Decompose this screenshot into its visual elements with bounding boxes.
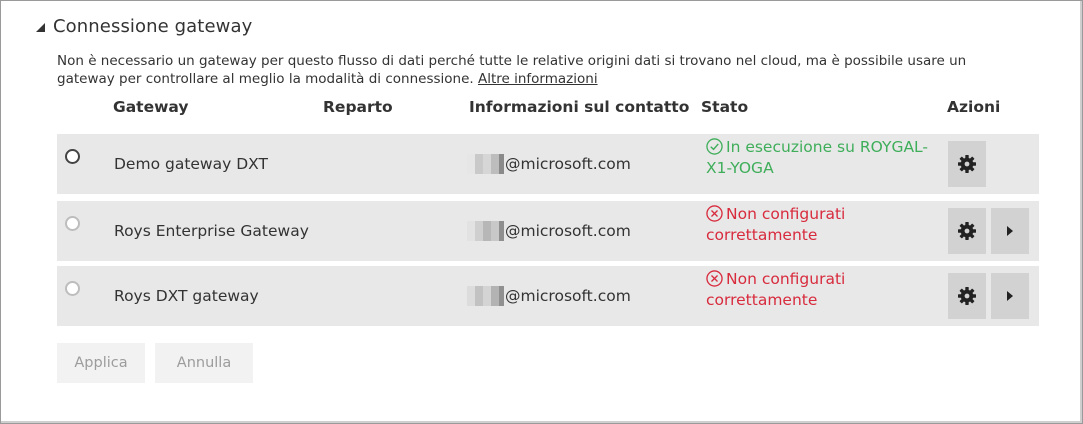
contact-email-domain: @microsoft.com xyxy=(505,287,631,305)
status-line-2: correttamente xyxy=(706,226,818,244)
radio-icon[interactable] xyxy=(65,281,80,296)
radio-icon[interactable] xyxy=(65,216,80,231)
contact-email: @microsoft.com xyxy=(467,154,631,174)
table-row[interactable]: Roys DXT gateway @microsoft.com Non conf… xyxy=(57,266,1039,326)
play-button[interactable] xyxy=(991,273,1029,319)
status-line-2: X1-YOGA xyxy=(706,159,774,177)
gateway-name: Roys Enterprise Gateway xyxy=(114,222,309,240)
collapse-triangle-icon[interactable] xyxy=(36,23,45,32)
gear-button[interactable] xyxy=(948,273,986,319)
section-description: Non è necessario un gateway per questo f… xyxy=(57,52,1017,88)
error-circle-icon xyxy=(706,205,723,222)
table-row[interactable]: Demo gateway DXT @microsoft.com In esecu… xyxy=(57,134,1039,194)
status-line-1: In esecuzione su ROYGAL- xyxy=(726,138,929,156)
status-text: Non configurati correttamente xyxy=(706,269,946,311)
error-circle-icon xyxy=(706,270,723,287)
section-header[interactable]: Connessione gateway xyxy=(36,16,252,37)
play-button[interactable] xyxy=(991,208,1029,254)
contact-email: @microsoft.com xyxy=(467,221,631,241)
status-line-2: correttamente xyxy=(706,291,818,309)
status-line-1: Non configurati xyxy=(726,205,846,223)
play-arrow-icon xyxy=(1007,226,1013,236)
redacted-pixels xyxy=(467,286,504,306)
gateway-name: Demo gateway DXT xyxy=(114,155,268,173)
gear-button[interactable] xyxy=(948,208,986,254)
contact-email: @microsoft.com xyxy=(467,286,631,306)
table-row[interactable]: Roys Enterprise Gateway @microsoft.com N… xyxy=(57,201,1039,261)
column-header-status: Stato xyxy=(701,98,749,116)
play-arrow-icon xyxy=(1007,291,1013,301)
contact-email-domain: @microsoft.com xyxy=(505,155,631,173)
redacted-pixels xyxy=(467,221,504,241)
status-line-1: Non configurati xyxy=(726,270,846,288)
contact-email-domain: @microsoft.com xyxy=(505,222,631,240)
apply-button[interactable]: Applica xyxy=(57,343,145,383)
gear-icon xyxy=(958,222,976,240)
radio-icon[interactable] xyxy=(65,149,80,164)
redacted-pixels xyxy=(467,154,504,174)
gear-button[interactable] xyxy=(948,141,986,187)
section-title: Connessione gateway xyxy=(53,16,253,37)
column-header-actions: Azioni xyxy=(947,98,1001,116)
status-text: Non configurati correttamente xyxy=(706,204,946,246)
more-info-link[interactable]: Altre informazioni xyxy=(478,71,598,87)
gateway-name: Roys DXT gateway xyxy=(114,287,259,305)
status-text: In esecuzione su ROYGAL- X1-YOGA xyxy=(706,137,946,179)
column-header-contact: Informazioni sul contatto xyxy=(469,98,690,116)
column-header-department: Reparto xyxy=(323,98,393,116)
cancel-button[interactable]: Annulla xyxy=(155,343,253,383)
check-circle-icon xyxy=(706,138,723,155)
gear-icon xyxy=(958,287,976,305)
column-header-gateway: Gateway xyxy=(113,98,189,116)
gear-icon xyxy=(958,155,976,173)
